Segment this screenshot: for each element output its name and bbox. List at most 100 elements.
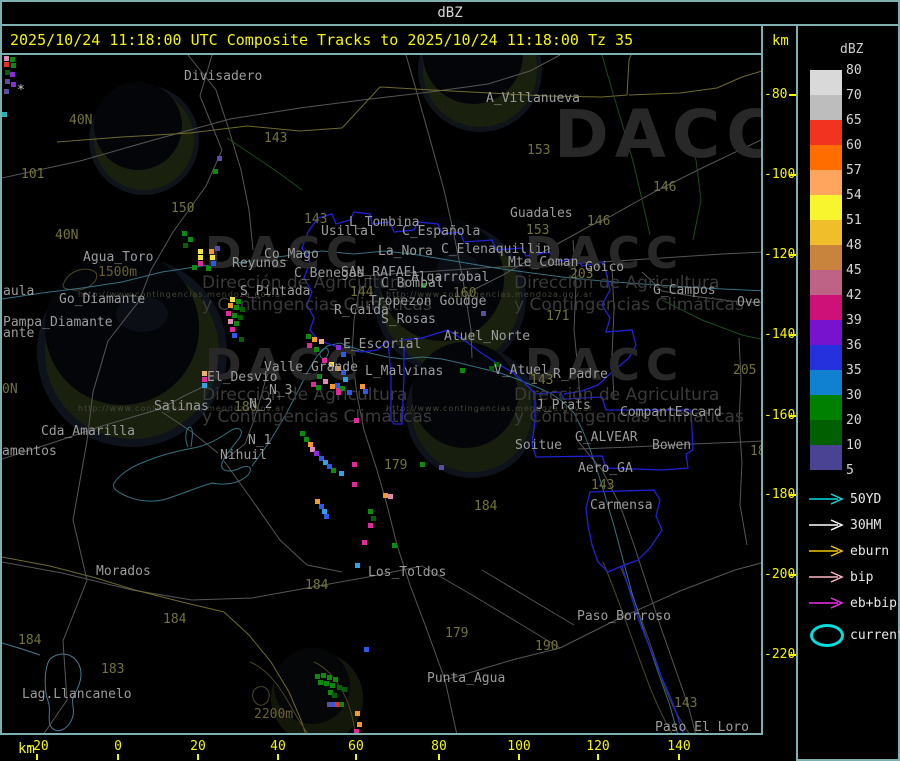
- radar-echo-pixel: [439, 465, 444, 470]
- place-label: Soitue: [515, 439, 562, 452]
- route-number-label: 146: [653, 181, 676, 194]
- dbz-scale-block: [810, 220, 842, 245]
- radar-echo-pixel: [316, 385, 321, 390]
- route-number-label: 144: [350, 286, 373, 299]
- radar-echo-pixel: [312, 337, 317, 342]
- radar-echo-pixel: [362, 540, 367, 545]
- radar-echo-pixel: [198, 249, 203, 254]
- right-axis-unit-label: km: [772, 33, 789, 49]
- place-label: CompantEscard: [620, 406, 722, 419]
- radar-echo-pixel: [300, 431, 305, 436]
- place-label: Punta_Agua: [427, 672, 505, 685]
- dbz-scale-label: 51: [846, 213, 876, 228]
- arrow-icon: [808, 596, 846, 610]
- place-label: Los_Toldos: [368, 566, 446, 579]
- radar-echo-pixel: [331, 468, 336, 473]
- route-number-label: 18: [750, 445, 763, 458]
- dbz-scale-block: [810, 270, 842, 295]
- radar-echo-pixel: [363, 389, 368, 394]
- place-label: amentos: [2, 445, 57, 458]
- right-distance-axis: -80-100-120-140-160-180-200-220: [763, 55, 796, 735]
- radar-echo-pixel: [420, 462, 425, 467]
- place-label: N_1: [248, 434, 271, 447]
- route-number-label: 150: [171, 202, 194, 215]
- right-axis-tick-label: -80: [764, 87, 787, 102]
- place-label: Paso_Borroso: [577, 610, 671, 623]
- radar-echo-pixel: [213, 169, 218, 174]
- bottom-axis-tick-label: 120: [586, 739, 609, 754]
- timestamp-text: 2025/10/24 11:18:00 UTC Composite Tracks…: [10, 31, 633, 49]
- title-bar: dBZ: [0, 0, 900, 26]
- radar-echo-pixel: [307, 343, 312, 348]
- dbz-scale-label: 39: [846, 313, 876, 328]
- place-label: Reyunos: [232, 257, 287, 270]
- dbz-scale-block: [810, 295, 842, 320]
- bottom-axis-tick-mark: [438, 754, 440, 760]
- dbz-scale-block: [810, 95, 842, 120]
- place-label: Valle_Grande: [264, 361, 358, 374]
- dbz-scale-label: 20: [846, 413, 876, 428]
- radar-echo-pixel: [236, 299, 241, 304]
- route-number-label: 146: [587, 215, 610, 228]
- bottom-axis-tick-label: 140: [667, 739, 690, 754]
- page-title: dBZ: [437, 5, 462, 21]
- radar-echo-pixel: [460, 368, 465, 373]
- route-number-label: 179: [384, 459, 407, 472]
- radar-echo-pixel: [209, 249, 214, 254]
- bottom-axis-tick-label: 100: [507, 739, 530, 754]
- marker-asterisk: *: [17, 84, 25, 97]
- right-axis-tick-mark: [789, 94, 796, 96]
- radar-echo-pixel: [323, 379, 328, 384]
- radar-echo-pixel: [341, 352, 346, 357]
- radar-echo-pixel: [332, 693, 337, 698]
- route-number-label: 184: [305, 579, 328, 592]
- dbz-scale-label: 5: [846, 463, 876, 478]
- place-label: Aero_GA: [578, 462, 633, 475]
- dbz-scale-block: [810, 120, 842, 145]
- bottom-axis-tick-mark: [36, 754, 38, 760]
- radar-echo-pixel: [239, 337, 244, 342]
- place-label: aula: [3, 285, 34, 298]
- place-label: L_Malvinas: [365, 365, 443, 378]
- radar-echo-pixel: [188, 237, 193, 242]
- arrow-label: eburn: [850, 544, 889, 559]
- place-label: Lag.Llancanelo: [22, 688, 132, 701]
- radar-map-canvas[interactable]: DACCDACCDACCDACCDACCDirección de Agricul…: [0, 55, 763, 735]
- radar-echo-pixel: [206, 266, 211, 271]
- radar-echo-pixel: [352, 482, 357, 487]
- place-label: N_2: [249, 398, 272, 411]
- route-number-label: 40N: [69, 114, 92, 127]
- dbz-scale-block: [810, 420, 842, 445]
- legend-panel: dBZ 807065605754514845423936353020105 50…: [796, 24, 900, 761]
- place-label: J_Prats: [536, 399, 591, 412]
- radar-echo-pixel: [11, 63, 16, 68]
- dbz-scale-block: [810, 370, 842, 395]
- place-label: S_Rosas: [381, 313, 436, 326]
- arrow-icon: [808, 518, 846, 532]
- dbz-scale-label: 30: [846, 388, 876, 403]
- arrow-icon: [808, 492, 846, 506]
- status-row: 2025/10/24 11:18:00 UTC Composite Tracks…: [0, 24, 763, 55]
- bottom-axis-tick-mark: [355, 754, 357, 760]
- radar-echo-pixel: [306, 334, 311, 339]
- arrow-label: 50YD: [850, 492, 881, 507]
- bottom-axis-tick-mark: [197, 754, 199, 760]
- dbz-scale-block: [810, 345, 842, 370]
- dbz-scale-label: 80: [846, 63, 876, 78]
- radar-echo-pixel: [234, 321, 239, 326]
- radar-echo-pixel: [183, 243, 188, 248]
- radar-echo-pixel: [228, 319, 233, 324]
- radar-echo-pixel: [327, 675, 332, 680]
- route-number-label: 101: [21, 168, 44, 181]
- route-number-label: 143: [591, 479, 614, 492]
- place-label: C_Bombal: [381, 277, 444, 290]
- radar-echo-pixel: [211, 261, 216, 266]
- dbz-scale-block: [810, 70, 842, 95]
- radar-echo-pixel: [11, 82, 16, 87]
- right-axis-tick-mark: [789, 654, 796, 656]
- legend-title: dBZ: [840, 42, 863, 57]
- radar-echo-pixel: [318, 680, 323, 685]
- radar-echo-pixel: [355, 563, 360, 568]
- radar-echo-pixel: [336, 390, 341, 395]
- route-number-label: 184: [163, 613, 186, 626]
